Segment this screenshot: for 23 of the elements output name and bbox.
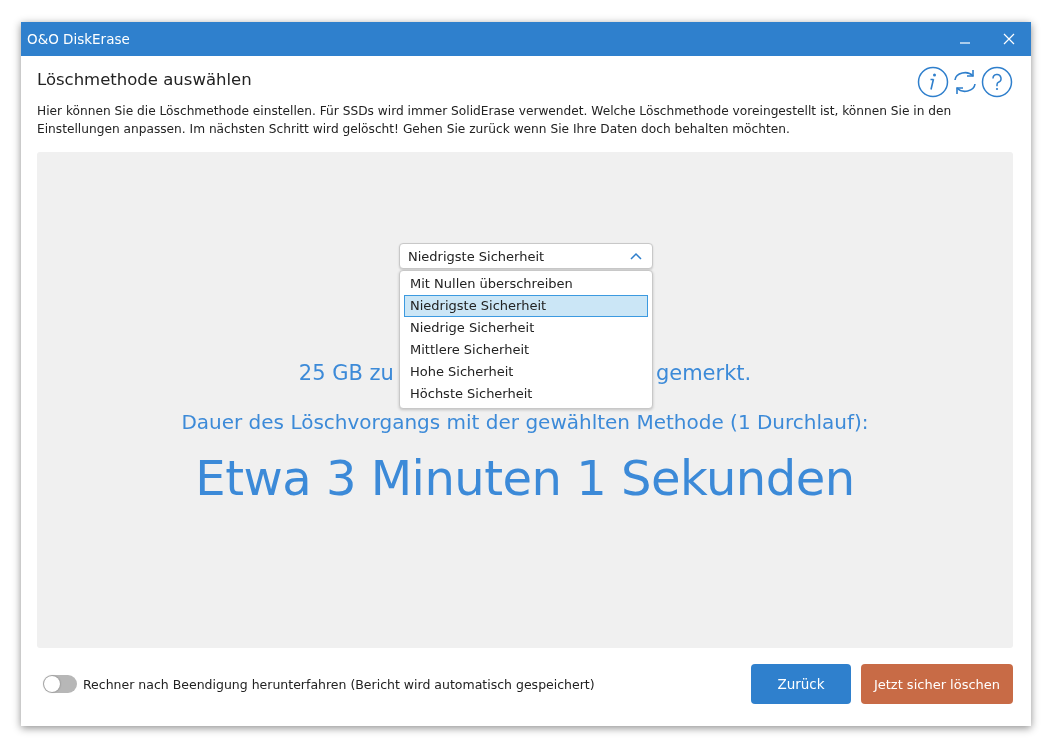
back-button[interactable]: Zurück — [751, 664, 851, 704]
erase-button[interactable]: Jetzt sicher löschen — [861, 664, 1013, 704]
dropdown-option[interactable]: Mittlere Sicherheit — [404, 339, 648, 361]
shutdown-toggle[interactable] — [43, 675, 77, 693]
duration-label: Dauer des Löschvorgangs mit der gewählten Methode (1 Durchlauf): — [181, 410, 869, 434]
dropdown-option[interactable]: Höchste Sicherheit — [404, 383, 648, 405]
dropdown-option[interactable]: Hohe Sicherheit — [404, 361, 648, 383]
duration-value: Etwa 3 Minuten 1 Sekunden — [195, 450, 855, 506]
refresh-icon[interactable] — [951, 67, 979, 97]
description-text: Hier können Sie die Löschmethode einstellen. Für SSDs wird immer SolidErase verwendet. Welche Löschmethode voreingestellt ist, können Sie in den Einstellungen anpassen. Im nächsten Schritt wird gelöscht! Gehen Sie zurück wenn Sie Ihre Daten doch behalten möchten. — [37, 103, 953, 138]
close-icon[interactable] — [1003, 33, 1015, 45]
help-icon[interactable] — [981, 66, 1013, 98]
window-title: O&O DiskErase — [27, 31, 130, 47]
dropdown-option[interactable]: Niedrige Sicherheit — [404, 317, 648, 339]
caret-icon — [630, 252, 642, 260]
size-text-end: gemerkt. — [655, 361, 752, 385]
page-heading: Löschmethode auswählen — [37, 70, 252, 89]
dropdown-option[interactable]: Niedrigste Sicherheit — [404, 295, 648, 317]
info-icon[interactable] — [917, 66, 949, 98]
method-dropdown[interactable]: Niedrigste Sicherheit — [399, 243, 653, 269]
shutdown-label: Rechner nach Beendigung herunterfahren (Bericht wird automatisch gespeichert) — [83, 676, 595, 692]
size-text: 25 GB zu — [298, 361, 394, 385]
dropdown-option[interactable]: Mit Nullen überschreiben — [404, 273, 648, 295]
